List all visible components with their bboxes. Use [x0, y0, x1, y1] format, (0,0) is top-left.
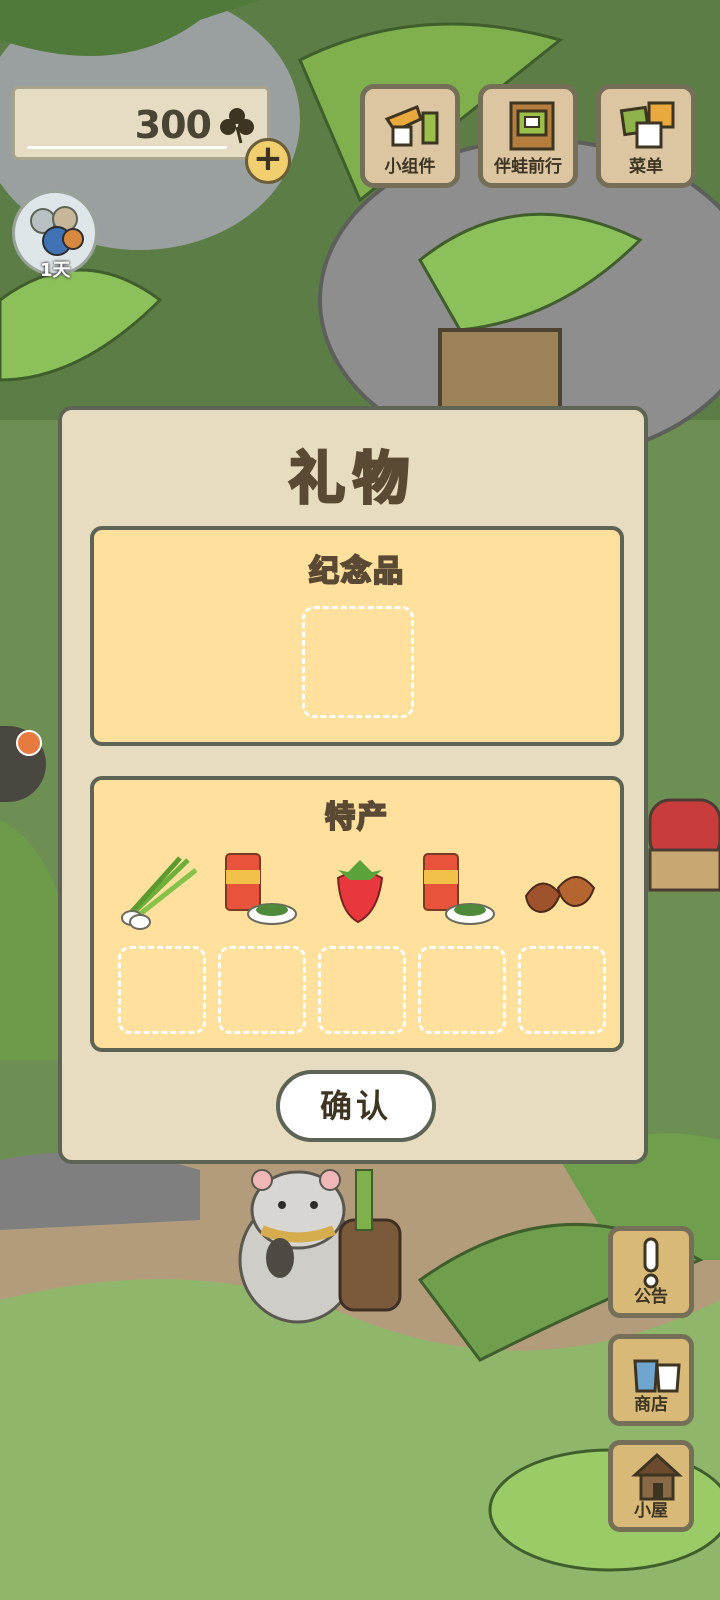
menu-cards-icon	[619, 101, 675, 149]
add-clover-button[interactable]: +	[245, 138, 291, 184]
currency-underline	[27, 146, 227, 149]
gift-dialog: 礼物 纪念品 特产 确认	[58, 406, 648, 1164]
specialty-slot-2[interactable]	[218, 946, 306, 1034]
house-button[interactable]: 小屋	[608, 1440, 694, 1532]
clover-currency-display: 300	[12, 86, 270, 160]
day-counter: 1天	[40, 260, 71, 281]
green-onion-icon[interactable]	[118, 850, 204, 930]
shop-label: 商店	[634, 1395, 668, 1415]
shop-button[interactable]: 商店	[608, 1334, 694, 1426]
journey-button-label: 伴蛙前行	[494, 157, 562, 177]
journey-book-icon	[509, 101, 555, 151]
confirm-button[interactable]: 确认	[276, 1070, 436, 1142]
specialty-panel: 特产	[90, 776, 624, 1052]
can-with-dish-icon[interactable]	[220, 850, 300, 930]
announcement-label: 公告	[634, 1287, 668, 1307]
specialty-slot-3[interactable]	[318, 946, 406, 1034]
specialty-slot-1[interactable]	[118, 946, 206, 1034]
house-label: 小屋	[634, 1501, 668, 1521]
clover-amount: 300	[134, 103, 212, 147]
widget-button[interactable]: 小组件	[360, 84, 460, 188]
dialog-title: 礼物	[288, 446, 417, 514]
journey-button[interactable]: 伴蛙前行	[478, 84, 578, 188]
specialty-title: 特产	[324, 799, 389, 836]
shop-bags-icon	[633, 1359, 681, 1393]
notification-dot	[16, 730, 42, 756]
announcement-button[interactable]: 公告	[608, 1226, 694, 1318]
specialty-slot-4[interactable]	[418, 946, 506, 1034]
souvenir-title: 纪念品	[308, 553, 405, 590]
menu-button[interactable]: 菜单	[596, 84, 696, 188]
souvenir-slot[interactable]	[302, 606, 414, 718]
chestnut-icon[interactable]	[522, 866, 598, 916]
menu-button-label: 菜单	[629, 157, 663, 177]
specialty-slot-5[interactable]	[518, 946, 606, 1034]
widget-icon	[384, 105, 439, 147]
strawberry-icon[interactable]	[330, 856, 390, 924]
clover-icon	[220, 108, 254, 144]
can-with-dish-icon-2[interactable]	[418, 850, 498, 930]
souvenir-panel: 纪念品	[90, 526, 624, 746]
widget-button-label: 小组件	[384, 157, 436, 177]
